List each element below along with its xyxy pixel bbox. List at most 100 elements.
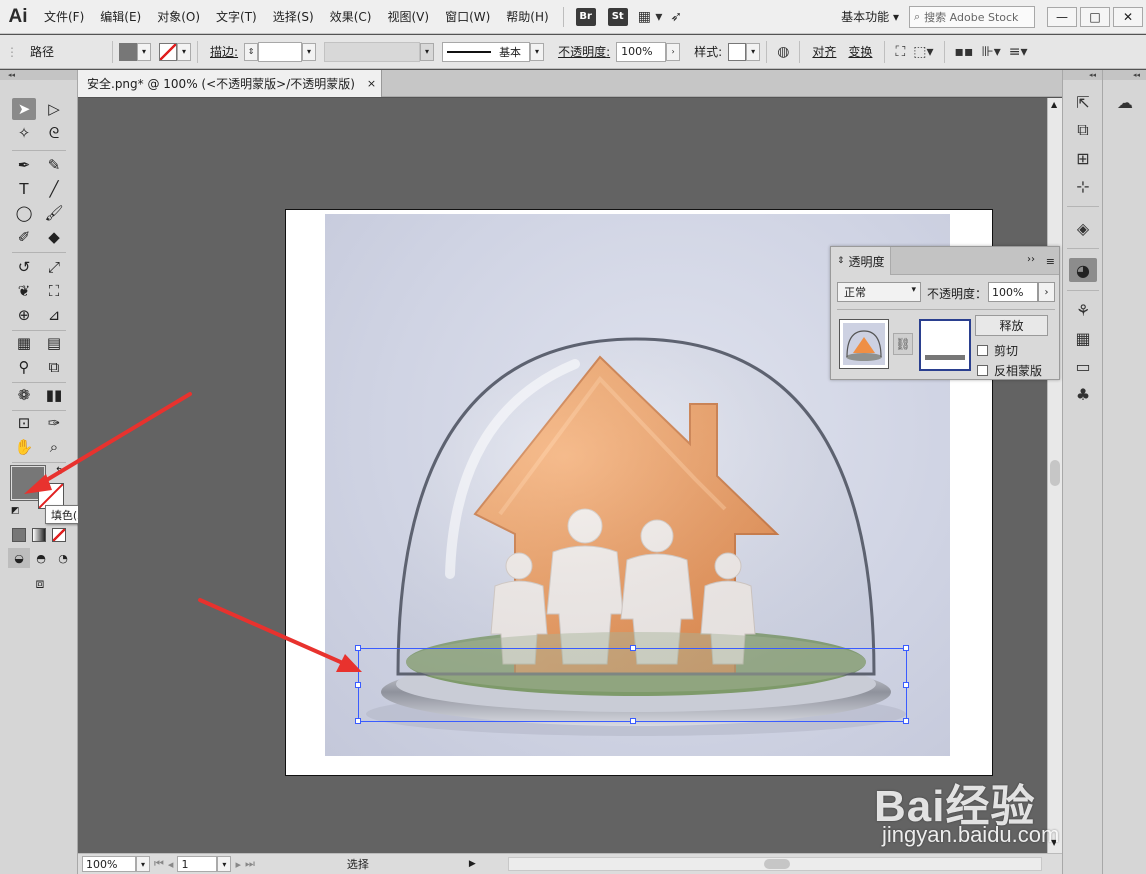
prev-artboard-icon[interactable]: ◂ <box>168 858 174 871</box>
mask-thumbnail[interactable] <box>919 319 971 371</box>
asset-export-icon[interactable]: ⊞ <box>1069 146 1097 170</box>
stroke-dropdown[interactable]: ▾ <box>177 42 191 61</box>
zoom-dropdown[interactable]: ▾ <box>136 856 150 872</box>
pen-tool-icon[interactable]: ✒ <box>12 154 36 176</box>
panel-menu-icon[interactable]: ≡ <box>1046 255 1055 268</box>
workspace-switcher[interactable]: 基本功能 ▾ <box>841 8 899 25</box>
dock-collapse-icon[interactable]: ◂◂ <box>1063 70 1102 80</box>
canvas-area[interactable] <box>78 98 1047 853</box>
column-graph-tool-icon[interactable]: ▮▮ <box>42 384 66 406</box>
blend-tool-icon[interactable]: ⧉ <box>42 356 66 378</box>
transform-panel-icon[interactable]: ⊹ <box>1069 174 1097 198</box>
fill-dropdown[interactable]: ▾ <box>137 42 151 61</box>
stroke-weight-dropdown[interactable]: ▾ <box>302 42 317 61</box>
menu-object[interactable]: 对象(O) <box>149 0 208 34</box>
next-artboard-icon[interactable]: ▸ <box>235 858 241 871</box>
panel-opacity-field[interactable]: 100% <box>988 282 1038 302</box>
selection-handle[interactable] <box>355 645 361 651</box>
scale-tool-icon[interactable]: ⤢ <box>42 256 66 278</box>
graphic-style-swatch[interactable] <box>728 42 747 61</box>
clip-checkbox[interactable]: 剪切 <box>977 342 1018 359</box>
vertical-scrollbar[interactable]: ▲ ▼ <box>1047 98 1062 853</box>
menu-type[interactable]: 文字(T) <box>208 0 265 34</box>
selection-handle[interactable] <box>903 718 909 724</box>
panel-more-icon[interactable]: ›› <box>1027 254 1035 265</box>
blend-mode-select[interactable]: 正常 ▾ <box>837 282 921 302</box>
restore-button[interactable]: □ <box>1080 6 1110 27</box>
last-artboard-icon[interactable]: ⏭ <box>245 857 255 871</box>
shape-builder-tool-icon[interactable]: ⊕ <box>12 304 36 326</box>
stroke-label[interactable]: 描边: <box>204 43 244 60</box>
hand-tool-icon[interactable]: ✋ <box>12 436 36 458</box>
panel-menu-icon[interactable]: ≡▾ <box>1005 44 1032 60</box>
brushes-icon[interactable]: ⚘ <box>1069 298 1097 322</box>
stroke-weight-field[interactable] <box>258 41 303 62</box>
transparency-panel-icon[interactable]: ◕ <box>1069 258 1097 282</box>
mask-link-icon[interactable]: ⛓ <box>893 333 913 355</box>
color-mode-icon[interactable] <box>12 528 26 542</box>
type-tool-icon[interactable]: T <box>12 178 36 200</box>
transform-button[interactable]: 变换 <box>842 43 878 60</box>
invert-mask-checkbox[interactable]: 反相蒙版 <box>977 362 1042 379</box>
lasso-tool-icon[interactable]: ᘓ <box>42 122 66 144</box>
isolate-icon[interactable]: ⛶ <box>891 44 909 60</box>
stroke-weight-stepper[interactable]: ⇕ <box>244 42 259 61</box>
scroll-up-icon[interactable]: ▲ <box>1051 100 1057 109</box>
selection-handle[interactable] <box>630 718 636 724</box>
stroke-swatch[interactable] <box>159 42 177 61</box>
distribute-icon[interactable]: ⊪▾ <box>978 44 1005 60</box>
stock-search-input[interactable]: ⌕ 搜索 Adobe Stock <box>909 5 1035 28</box>
arrange-documents-icon[interactable]: ▦ ▾ <box>634 9 667 25</box>
artboards-icon[interactable]: ⧉ <box>1069 118 1097 142</box>
screen-mode-icon[interactable]: ⧈ <box>28 574 52 594</box>
artwork-thumbnail[interactable] <box>839 319 889 369</box>
slice-tool-icon[interactable]: ✑ <box>42 412 66 434</box>
status-menu-icon[interactable]: ▶ <box>469 859 476 869</box>
menu-window[interactable]: 窗口(W) <box>437 0 498 34</box>
curvature-tool-icon[interactable]: ✎ <box>42 154 66 176</box>
align-button[interactable]: 对齐 <box>806 43 842 60</box>
layers-icon[interactable]: ◈ <box>1069 216 1097 240</box>
artboard-dropdown[interactable]: ▾ <box>217 856 232 872</box>
stock-button[interactable]: St <box>607 7 628 26</box>
opacity-slider-arrow[interactable]: › <box>1038 282 1055 302</box>
artboard-tool-icon[interactable]: ⊡ <box>12 412 36 434</box>
draw-behind-icon[interactable]: ◓ <box>30 548 52 568</box>
release-mask-button[interactable]: 释放 <box>975 315 1048 336</box>
brush-definition-field[interactable]: 基本 <box>442 41 531 62</box>
gradient-mode-icon[interactable] <box>32 528 46 542</box>
transparency-tab[interactable]: ⇕ 透明度 <box>831 247 891 275</box>
eraser-tool-icon[interactable]: ◆ <box>42 226 66 248</box>
menu-file[interactable]: 文件(F) <box>36 0 92 34</box>
document-tab[interactable]: 安全.png* @ 100% (<不透明蒙版>/不透明蒙版) × <box>78 70 382 97</box>
selection-handle[interactable] <box>630 645 636 651</box>
swatches-icon[interactable]: ▦ <box>1069 326 1097 350</box>
menu-select[interactable]: 选择(S) <box>265 0 322 34</box>
direct-selection-tool-icon[interactable]: ▷ <box>42 98 66 120</box>
free-transform-tool-icon[interactable]: ⛶ <box>42 280 66 302</box>
collapse-arrows-icon[interactable]: ⇕ <box>837 256 845 266</box>
symbol-sprayer-tool-icon[interactable]: ❁ <box>12 384 36 406</box>
style-dropdown[interactable]: ▾ <box>746 42 761 61</box>
minimize-button[interactable]: — <box>1047 6 1077 27</box>
rotate-tool-icon[interactable]: ↺ <box>12 256 36 278</box>
selection-handle[interactable] <box>903 682 909 688</box>
gradient-tool-icon[interactable]: ▤ <box>42 332 66 354</box>
creative-cloud-libraries-icon[interactable]: ☁ <box>1111 90 1139 114</box>
paintbrush-tool-icon[interactable]: 🖌 <box>42 202 66 224</box>
brush-dropdown[interactable]: ▾ <box>530 42 545 61</box>
ellipse-tool-icon[interactable]: ◯ <box>12 202 36 224</box>
gpu-rocket-icon[interactable]: ➶ <box>666 9 686 25</box>
warp-tool-icon[interactable]: ❦ <box>12 280 36 302</box>
mask-options-icon[interactable]: ⬚▾ <box>909 44 937 60</box>
bridge-button[interactable]: Br <box>575 7 596 26</box>
menu-help[interactable]: 帮助(H) <box>498 0 556 34</box>
first-artboard-icon[interactable]: ⏮ <box>154 857 164 871</box>
mesh-tool-icon[interactable]: ▦ <box>12 332 36 354</box>
panel-collapse-icon[interactable]: ◂◂ <box>0 70 77 80</box>
menu-edit[interactable]: 编辑(E) <box>92 0 149 34</box>
menu-effect[interactable]: 效果(C) <box>322 0 380 34</box>
close-tab-icon[interactable]: × <box>367 77 376 90</box>
selection-tool-icon[interactable]: ➤ <box>12 98 36 120</box>
eyedropper-tool-icon[interactable]: ⚲ <box>12 356 36 378</box>
